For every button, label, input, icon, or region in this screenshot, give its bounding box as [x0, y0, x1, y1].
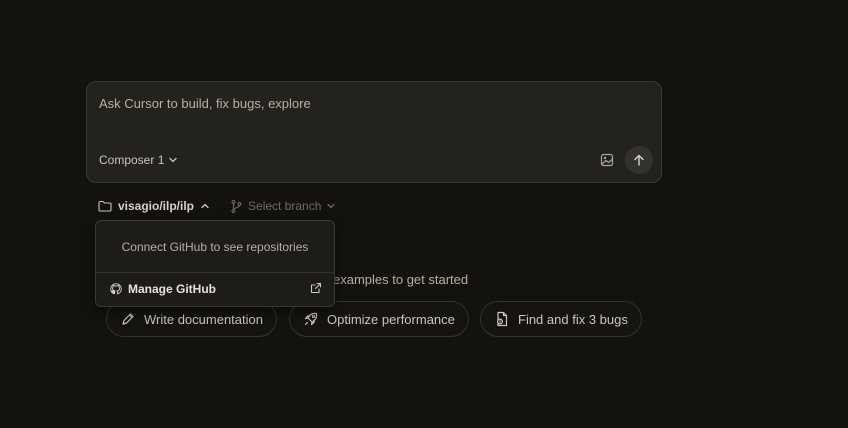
manage-github-label: Manage GitHub	[128, 282, 217, 296]
image-icon	[600, 153, 614, 167]
pen-icon	[122, 313, 134, 325]
chip-label: Write documentation	[144, 311, 263, 327]
folder-icon	[98, 200, 112, 212]
git-branch-icon	[231, 199, 242, 213]
menu-divider	[96, 272, 334, 273]
repo-select[interactable]: visagio/ilp/ilp	[98, 199, 210, 213]
chip-label: Optimize performance	[327, 311, 455, 327]
chevron-down-icon	[169, 157, 178, 163]
chip-label: Find and fix 3 bugs	[518, 311, 628, 327]
github-icon	[110, 283, 122, 295]
model-label: Composer 1	[99, 153, 165, 167]
external-link-icon	[310, 282, 322, 294]
chevron-down-icon	[327, 203, 336, 209]
repo-branch-row: visagio/ilp/ilp Select branch	[98, 199, 336, 213]
branch-select[interactable]: Select branch	[230, 199, 336, 213]
repo-dropdown-menu: Connect GitHub to see repositories Manag…	[95, 220, 335, 307]
arrow-up-icon	[634, 154, 644, 166]
composer-panel: Ask Cursor to build, fix bugs, explore C…	[86, 81, 662, 183]
examples-caption: examples to get started	[333, 272, 469, 287]
example-chip-find-fix-bugs[interactable]: Find and fix 3 bugs	[480, 301, 642, 337]
model-select[interactable]: Composer 1	[99, 153, 178, 167]
send-button[interactable]	[625, 146, 653, 174]
composer-input[interactable]: Ask Cursor to build, fix bugs, explore	[99, 96, 311, 111]
rocket-icon	[304, 312, 318, 326]
bug-file-icon	[496, 311, 508, 327]
chevron-up-icon	[201, 203, 209, 209]
connect-github-message: Connect GitHub to see repositories	[121, 240, 309, 254]
manage-github-menu-item[interactable]: Manage GitHub	[110, 281, 322, 297]
repo-name: visagio/ilp/ilp	[118, 199, 195, 213]
branch-placeholder: Select branch	[248, 199, 322, 213]
attach-image-button[interactable]	[599, 152, 615, 168]
